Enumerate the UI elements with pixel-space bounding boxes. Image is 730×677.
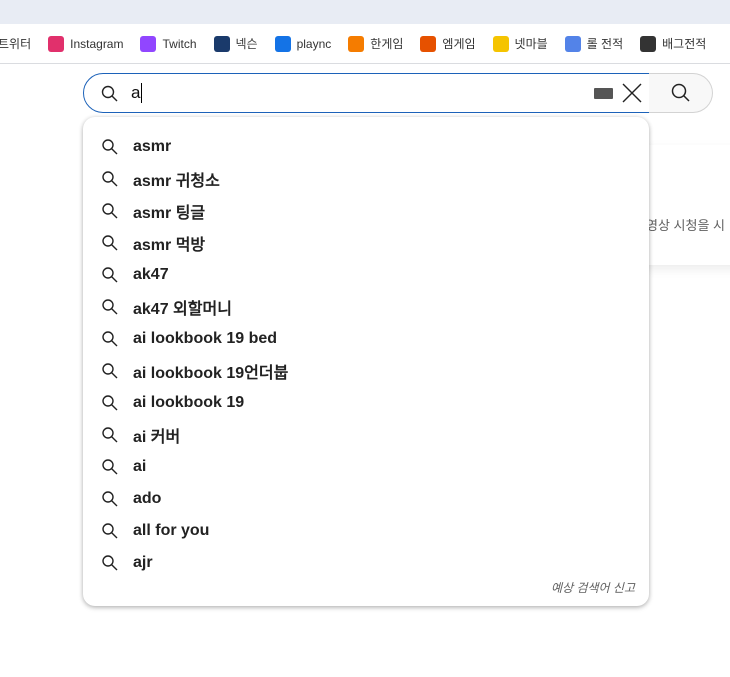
suggestion-text: asmr 먹방 — [133, 237, 206, 254]
suggestion-text: ak47 — [133, 266, 169, 283]
hangame-icon — [348, 35, 365, 52]
search-icon — [102, 395, 118, 411]
search-icon — [102, 555, 118, 571]
suggestion-text: ak47 외할머니 — [133, 301, 232, 318]
bookmark-label: 넥슨 — [235, 37, 258, 51]
netmarble-icon — [492, 35, 509, 52]
suggestion-item[interactable]: asmr 귀청소 — [83, 163, 649, 195]
search-icon — [102, 267, 118, 283]
bookmark-nexon[interactable]: 넥슨 — [213, 35, 258, 52]
search-icon — [102, 491, 118, 507]
suggestion-text: asmr — [133, 138, 172, 155]
search-input[interactable]: a — [131, 83, 594, 103]
suggestion-item[interactable]: ai lookbook 19 — [83, 387, 649, 419]
report-suggestions-link[interactable]: 예상 검색어 신고 — [551, 579, 635, 596]
plaync-icon — [274, 35, 291, 52]
background-card-text: 영상 시청을 시 — [646, 218, 725, 233]
suggestion-item[interactable]: ajr — [83, 547, 649, 579]
suggestions-dropdown: asmr asmr 귀청소 asmr 팅글 asmr 먹방 ak47 ak47 외할머니 a… — [83, 117, 649, 606]
bookmark-label: Twitch — [162, 36, 197, 51]
search-icon — [102, 331, 118, 347]
search-box[interactable]: a — [83, 73, 650, 113]
search-icon — [102, 139, 118, 155]
instagram-icon — [48, 35, 65, 52]
bookmark-label: 트위터 — [0, 37, 32, 51]
search-icon — [102, 171, 118, 187]
suggestion-text: ai lookbook 19언더붑 — [133, 365, 289, 382]
suggestion-item[interactable]: ai lookbook 19언더붑 — [83, 355, 649, 387]
suggestion-item[interactable]: asmr — [83, 131, 649, 163]
bookmark-mgame[interactable]: 엠게임 — [420, 35, 476, 52]
suggestion-item[interactable]: ak47 — [83, 259, 649, 291]
clear-icon[interactable] — [621, 82, 643, 104]
bookmarks-bar: 트위터 Instagram Twitch 넥슨 plaync 한게임 엠게임 넷마블 롤 전적 배… — [0, 24, 730, 64]
bookmark-netmarble[interactable]: 넷마블 — [492, 35, 548, 52]
text-caret — [141, 83, 143, 103]
search-icon — [102, 299, 118, 315]
twitch-icon — [140, 35, 157, 52]
search-input-value: a — [131, 83, 141, 102]
suggestion-text: asmr 귀청소 — [133, 173, 220, 190]
bookmark-opgg-pubg[interactable]: 배그전적 — [640, 35, 706, 52]
search-icon — [102, 427, 118, 443]
suggestion-item[interactable]: asmr 먹방 — [83, 227, 649, 259]
search-icon — [102, 523, 118, 539]
keyboard-icon[interactable] — [594, 87, 613, 99]
suggestion-item[interactable]: ak47 외할머니 — [83, 291, 649, 323]
search-button[interactable] — [649, 73, 713, 113]
opgg-icon — [564, 35, 581, 52]
suggestion-item[interactable]: all for you — [83, 515, 649, 547]
search-icon — [102, 363, 118, 379]
bookmark-label: 엠게임 — [442, 37, 476, 51]
bookmark-label: 넷마블 — [514, 37, 548, 51]
search-icon — [101, 85, 118, 102]
suggestion-text: ai lookbook 19 — [133, 394, 245, 411]
search-icon — [671, 83, 690, 102]
browser-tab-strip — [0, 0, 730, 24]
suggestion-text: ajr — [133, 554, 153, 571]
mgame-icon — [420, 35, 437, 52]
search-icon — [102, 235, 118, 251]
bookmark-plaync[interactable]: plaync — [274, 35, 332, 52]
nexon-icon — [213, 35, 230, 52]
bookmark-label: 롤 전적 — [586, 37, 624, 51]
suggestion-item[interactable]: ai — [83, 451, 649, 483]
suggestion-text: ado — [133, 490, 162, 507]
bookmark-opgg[interactable]: 롤 전적 — [564, 35, 624, 52]
bookmark-instagram[interactable]: Instagram — [48, 35, 124, 52]
suggestion-text: ai — [133, 458, 147, 475]
suggestion-item[interactable]: ai 커버 — [83, 419, 649, 451]
bookmark-twitter[interactable]: 트위터 — [0, 35, 31, 52]
suggestion-item[interactable]: ai lookbook 19 bed — [83, 323, 649, 355]
suggestion-item[interactable]: ado — [83, 483, 649, 515]
bookmark-label: 배그전적 — [662, 37, 707, 51]
suggestion-text: asmr 팅글 — [133, 205, 206, 222]
bookmark-label: Instagram — [70, 36, 124, 51]
bookmark-hangame[interactable]: 한게임 — [348, 35, 403, 52]
suggestion-text: ai 커버 — [133, 429, 181, 446]
bookmark-twitch[interactable]: Twitch — [140, 35, 197, 52]
search-icon — [102, 203, 118, 219]
bookmark-label: 한게임 — [370, 37, 404, 51]
suggestion-text: ai lookbook 19 bed — [133, 330, 278, 347]
suggestion-text: all for you — [133, 522, 210, 539]
suggestion-item[interactable]: asmr 팅글 — [83, 195, 649, 227]
opgg-pubg-icon — [640, 35, 657, 52]
bookmark-label: plaync — [296, 36, 332, 51]
search-icon — [102, 459, 118, 475]
